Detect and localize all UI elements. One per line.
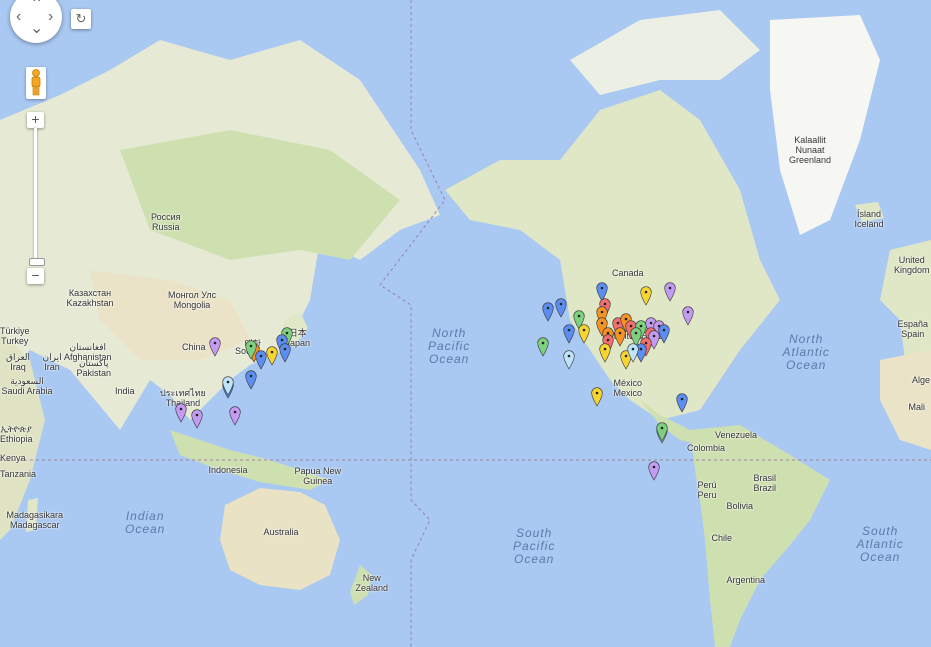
country-label-new-zealand: New Zealand <box>355 573 389 593</box>
world-map[interactable]: Россия Russia Казахстан Kazakhstan Монгол … <box>0 0 931 647</box>
country-label-russia: Россия Russia <box>151 212 181 232</box>
country-label-venezuela: Venezuela <box>715 430 758 440</box>
map-marker-usa-west[interactable] <box>537 337 549 357</box>
map-marker-usa-mid[interactable] <box>578 324 590 344</box>
country-label-indonesia: Indonesia <box>208 465 248 475</box>
country-label-canada: Canada <box>612 268 644 278</box>
map-marker-usa-west[interactable] <box>542 302 554 322</box>
map-marker-canada[interactable] <box>663 282 676 302</box>
map-marker-vietnam[interactable] <box>191 409 203 429</box>
country-label-iceland: Ísland Iceland <box>854 209 884 229</box>
map-marker-usa-mid[interactable] <box>599 343 611 363</box>
map-marker-usa-east[interactable] <box>614 327 627 347</box>
country-label-pakistan: پاکستان Pakistan <box>76 358 112 378</box>
country-label-ethiopia: ኢትዮጵያ Ethiopia <box>0 424 33 444</box>
country-label-mexico: México Mexico <box>613 378 643 398</box>
map-marker-canada[interactable] <box>682 306 694 326</box>
land-north-america <box>445 90 780 420</box>
country-label-india: India <box>115 386 135 396</box>
country-label-papua: Papua New Guinea <box>294 466 342 486</box>
map-marker-okinawa[interactable] <box>245 370 257 390</box>
land-greenland <box>770 15 880 235</box>
map-marker-china[interactable] <box>209 337 221 357</box>
pan-right-icon[interactable]: › <box>48 9 53 25</box>
pan-down-icon[interactable]: ⌄ <box>30 21 43 37</box>
country-label-colombia: Colombia <box>687 443 726 453</box>
country-label-saudi-arabia: السعودية Saudi Arabia <box>1 376 53 396</box>
map-marker-korea[interactable] <box>245 340 257 360</box>
map-marker-puerto-rico[interactable] <box>676 393 689 413</box>
country-label-australia: Australia <box>263 527 299 537</box>
map-geography <box>0 0 931 647</box>
street-view-pegman-icon[interactable] <box>26 67 46 99</box>
country-label-greenland: Kalaallit Nunaat Greenland <box>789 135 832 165</box>
map-marker-usa-west[interactable] <box>563 350 575 370</box>
zoom-in-button[interactable]: + <box>27 112 44 128</box>
pan-left-icon[interactable]: ‹ <box>16 9 21 25</box>
map-marker-thailand[interactable] <box>175 403 187 424</box>
map-marker-usa-west[interactable] <box>555 298 567 318</box>
land-africa-right <box>880 350 931 450</box>
country-label-madagascar: Madagasikara Madagascar <box>6 510 64 530</box>
land-australia <box>220 488 340 590</box>
map-marker-taiwan[interactable] <box>222 376 234 396</box>
map-marker-usa-mid[interactable] <box>563 324 575 344</box>
country-label-turkey: Türkiye Turkey <box>0 326 30 346</box>
map-marker-canada[interactable] <box>640 286 652 306</box>
country-label-spain: España Spain <box>897 319 929 339</box>
zoom-slider-track[interactable] <box>34 128 37 262</box>
country-label-uk: United Kingdom <box>894 255 930 275</box>
country-label-kenya: Kenya <box>0 453 26 463</box>
ocean-label-south-pacific: South Pacific Ocean <box>513 525 556 566</box>
country-label-bolivia: Bolivia <box>726 501 754 511</box>
map-marker-japan[interactable] <box>266 346 278 367</box>
country-label-brazil: Brasil Brazil <box>753 473 777 493</box>
map-marker-peru[interactable] <box>648 461 660 481</box>
map-marker-japan[interactable] <box>278 343 291 363</box>
country-label-mongolia: Монгол Улс Mongolia <box>168 290 217 310</box>
zoom-slider-thumb[interactable] <box>29 258 45 266</box>
country-label-algeria: Alge <box>912 375 931 385</box>
pan-up-icon[interactable]: ⌃ <box>30 0 43 13</box>
ocean-label-north-pacific: North Pacific Ocean <box>428 325 471 366</box>
zoom-out-button[interactable]: − <box>27 268 44 284</box>
country-label-china: China <box>182 342 206 352</box>
country-label-mali: Mali <box>908 402 926 412</box>
map-marker-philippines[interactable] <box>229 406 242 426</box>
map-marker-usa-east[interactable] <box>658 324 671 344</box>
map-marker-colombia[interactable] <box>656 422 668 442</box>
country-label-argentina: Argentina <box>726 575 766 585</box>
map-marker-mexico[interactable] <box>591 387 603 407</box>
ocean-label-south-atlantic: South Atlantic Ocean <box>856 523 904 564</box>
country-label-chile: Chile <box>711 533 733 543</box>
map-marker-korea[interactable] <box>255 350 267 370</box>
country-label-iran: ایران Iran <box>42 352 62 372</box>
ocean-label-north-atlantic: North Atlantic Ocean <box>782 331 830 372</box>
country-label-kazakhstan: Казахстан Kazakhstan <box>66 288 114 308</box>
country-label-peru: Perú Peru <box>697 480 717 500</box>
map-marker-usa-south[interactable] <box>627 343 639 363</box>
ocean-label-indian: Indian Ocean <box>125 509 166 536</box>
country-label-tanzania: Tanzania <box>0 469 37 479</box>
date-line <box>379 0 446 647</box>
country-label-iraq: العراق Iraq <box>6 352 31 372</box>
land-arctic-islands <box>570 10 760 95</box>
reset-icon[interactable]: ↻ <box>71 9 91 29</box>
